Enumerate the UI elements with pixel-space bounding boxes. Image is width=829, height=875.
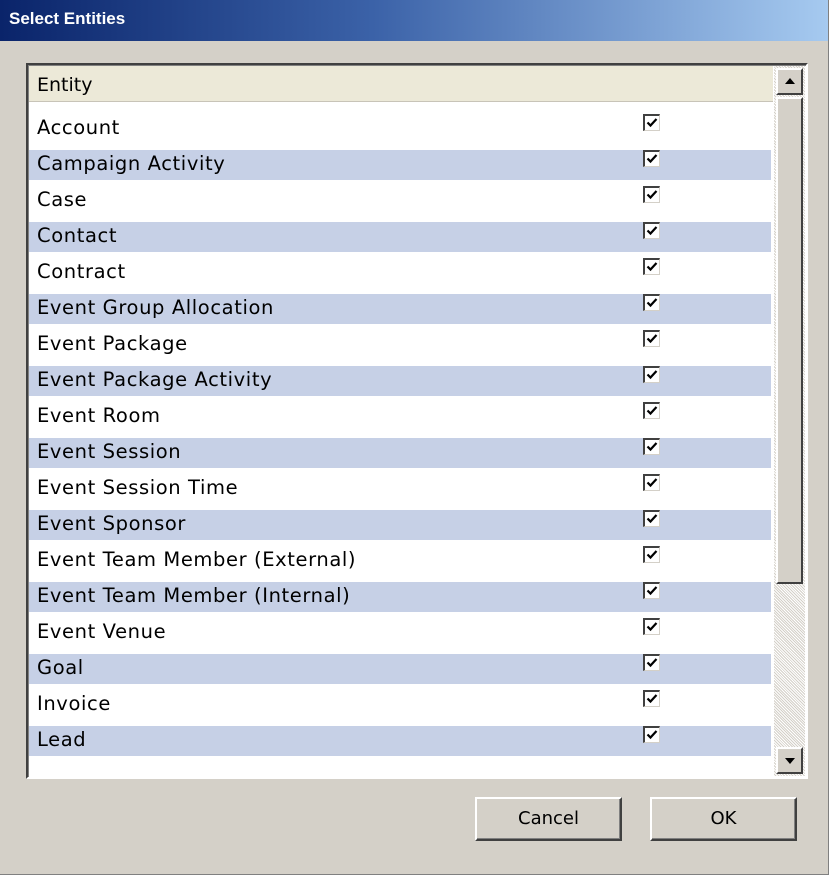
list-item[interactable]: Event Package Activity — [29, 363, 771, 399]
select-entities-dialog: Select Entities Entity Account Campaign A… — [0, 0, 829, 875]
entity-label: Goal — [37, 656, 84, 679]
checkmark-icon — [646, 586, 658, 596]
entity-checkbox[interactable] — [643, 438, 660, 455]
scroll-down-button[interactable] — [776, 747, 803, 774]
entity-label: Case — [37, 188, 88, 211]
list-item[interactable]: Contract — [29, 255, 771, 291]
entity-checkbox[interactable] — [643, 546, 660, 563]
checkmark-icon — [646, 334, 658, 344]
checkmark-icon — [646, 154, 658, 164]
checkmark-icon — [646, 298, 658, 308]
entity-label: Campaign Activity — [37, 152, 226, 175]
entity-checkbox[interactable] — [643, 510, 660, 527]
checkmark-icon — [646, 226, 658, 236]
entity-checkbox[interactable] — [643, 618, 660, 635]
list-item[interactable]: Contact — [29, 219, 771, 255]
entity-label: Event Sponsor — [37, 512, 187, 535]
entity-list: Entity Account Campaign Activity Case Conta… — [26, 63, 808, 779]
entity-label: Invoice — [37, 692, 111, 715]
list-item[interactable]: Account — [29, 111, 771, 147]
list-item[interactable]: Event Team Member (Internal) — [29, 579, 771, 615]
list-item[interactable]: Event Sponsor — [29, 507, 771, 543]
checkmark-icon — [646, 550, 658, 560]
entity-label: Event Session Time — [37, 476, 239, 499]
entity-rows: Account Campaign Activity Case Contact Contr… — [29, 111, 771, 759]
entity-checkbox[interactable] — [643, 186, 660, 203]
entity-checkbox[interactable] — [643, 726, 660, 743]
scroll-up-arrow-icon — [785, 78, 795, 84]
list-item[interactable]: Event Group Allocation — [29, 291, 771, 327]
entity-label: Account — [37, 116, 120, 139]
entity-checkbox[interactable] — [643, 582, 660, 599]
entity-label: Event Venue — [37, 620, 167, 643]
entity-label: Event Group Allocation — [37, 296, 274, 319]
checkmark-icon — [646, 406, 658, 416]
checkmark-icon — [646, 730, 658, 740]
list-item[interactable]: Event Session Time — [29, 471, 771, 507]
checkmark-icon — [646, 262, 658, 272]
cancel-button[interactable]: Cancel — [475, 797, 622, 841]
scroll-up-button[interactable] — [776, 68, 803, 95]
entity-checkbox[interactable] — [643, 114, 660, 131]
entity-checkbox[interactable] — [643, 222, 660, 239]
entity-label: Event Room — [37, 404, 161, 427]
list-item[interactable]: Event Room — [29, 399, 771, 435]
list-item[interactable]: Event Package — [29, 327, 771, 363]
scroll-thumb[interactable] — [776, 97, 803, 584]
entity-label: Contact — [37, 224, 118, 247]
ok-button[interactable]: OK — [650, 797, 797, 841]
entity-label: Lead — [37, 728, 87, 751]
entity-checkbox[interactable] — [643, 654, 660, 671]
checkmark-icon — [646, 118, 658, 128]
entity-label: Event Package — [37, 332, 188, 355]
entity-checkbox[interactable] — [643, 474, 660, 491]
checkmark-icon — [646, 514, 658, 524]
list-item[interactable]: Event Venue — [29, 615, 771, 651]
list-item[interactable]: Case — [29, 183, 771, 219]
list-item[interactable]: Event Team Member (External) — [29, 543, 771, 579]
entity-label: Event Team Member (Internal) — [37, 584, 351, 607]
entity-checkbox[interactable] — [643, 366, 660, 383]
column-header-entity[interactable]: Entity — [29, 66, 773, 102]
entity-checkbox[interactable] — [643, 402, 660, 419]
entity-label: Event Team Member (External) — [37, 548, 357, 571]
window-title: Select Entities — [9, 9, 126, 28]
column-header-label: Entity — [37, 74, 93, 96]
checkmark-icon — [646, 442, 658, 452]
entity-checkbox[interactable] — [643, 150, 660, 167]
entity-label: Event Package Activity — [37, 368, 273, 391]
checkmark-icon — [646, 478, 658, 488]
list-item[interactable]: Campaign Activity — [29, 147, 771, 183]
entity-checkbox[interactable] — [643, 258, 660, 275]
checkmark-icon — [646, 658, 658, 668]
checkmark-icon — [646, 694, 658, 704]
entity-label: Contract — [37, 260, 126, 283]
entity-checkbox[interactable] — [643, 330, 660, 347]
entity-checkbox[interactable] — [643, 294, 660, 311]
vertical-scrollbar[interactable] — [774, 66, 805, 776]
list-item[interactable]: Lead — [29, 723, 771, 759]
scroll-down-arrow-icon — [785, 758, 795, 764]
checkmark-icon — [646, 622, 658, 632]
checkmark-icon — [646, 370, 658, 380]
entity-checkbox[interactable] — [643, 690, 660, 707]
list-item[interactable]: Event Session — [29, 435, 771, 471]
list-item[interactable]: Goal — [29, 651, 771, 687]
checkmark-icon — [646, 190, 658, 200]
entity-label: Event Session — [37, 440, 182, 463]
list-item[interactable]: Invoice — [29, 687, 771, 723]
title-bar[interactable]: Select Entities — [0, 0, 828, 41]
